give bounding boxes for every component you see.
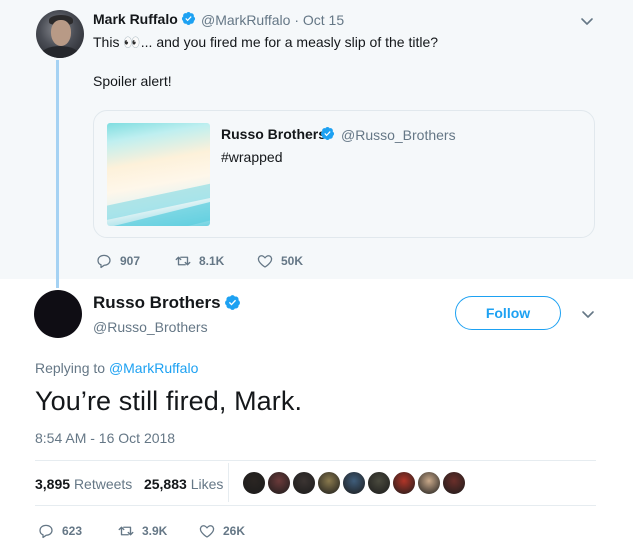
parent-like-button[interactable]: 50K — [256, 252, 303, 270]
reply-icon — [97, 254, 111, 269]
verified-badge-icon — [181, 11, 196, 26]
parent-like-count: 50K — [281, 254, 304, 268]
mark-ruffalo-avatar[interactable] — [36, 10, 84, 58]
retweet-count: 3,895 — [35, 476, 71, 492]
replying-to: Replying to @MarkRuffalo — [35, 360, 198, 376]
replying-prefix: Replying to — [35, 360, 106, 376]
heart-icon — [257, 255, 273, 268]
verified-badge-icon — [225, 295, 240, 310]
replying-to-link[interactable]: @MarkRuffalo — [109, 360, 198, 376]
main-author-name[interactable]: Russo Brothers — [93, 293, 221, 313]
liker-avatar[interactable] — [267, 471, 291, 495]
parent-handle-date[interactable]: @MarkRuffalo · Oct 15 — [201, 12, 344, 28]
engagement-stats: 3,895 Retweets 25,883 Likes — [35, 476, 223, 492]
retweets-stat[interactable]: 3,895 Retweets — [35, 476, 132, 492]
liker-avatar[interactable] — [367, 471, 391, 495]
like-action-count: 26K — [223, 524, 246, 538]
divider — [35, 505, 596, 506]
parent-author-name[interactable]: Mark Ruffalo — [93, 11, 178, 27]
divider — [35, 460, 596, 461]
verified-badge-icon — [320, 126, 335, 141]
liker-avatar[interactable] — [417, 471, 441, 495]
tweet-timestamp[interactable]: 8:54 AM - 16 Oct 2018 — [35, 430, 175, 446]
retweet-icon — [118, 526, 134, 536]
heart-icon — [199, 525, 215, 538]
quoted-handle: @Russo_Brothers — [341, 127, 456, 143]
parent-reply-count: 907 — [120, 254, 141, 268]
parent-tweet-text: This 👀... and you fired me for a measly … — [93, 34, 439, 50]
liker-avatar[interactable] — [242, 471, 266, 495]
parent-tweet[interactable]: Mark Ruffalo @MarkRuffalo · Oct 15 This … — [0, 0, 633, 279]
liker-avatar[interactable] — [317, 471, 341, 495]
retweet-action-count: 3.9K — [142, 524, 168, 538]
quoted-tweet-image[interactable] — [107, 123, 210, 226]
reply-icon — [39, 524, 53, 539]
liker-avatar[interactable] — [392, 471, 416, 495]
divider — [228, 463, 229, 502]
main-handle[interactable]: @Russo_Brothers — [93, 319, 208, 335]
thread-connector-line — [56, 60, 59, 288]
parent-tweet-text-2: Spoiler alert! — [93, 73, 172, 89]
reply-count: 623 — [62, 524, 83, 538]
russo-brothers-avatar[interactable] — [34, 290, 82, 338]
chevron-down-icon[interactable] — [580, 306, 596, 322]
main-tweet-text: You’re still fired, Mark. — [35, 386, 303, 416]
liker-avatar[interactable] — [342, 471, 366, 495]
likes-stat[interactable]: 25,883 Likes — [144, 476, 223, 492]
parent-retweet-button[interactable]: 8.1K — [174, 252, 224, 270]
parent-retweet-count: 8.1K — [199, 254, 225, 268]
like-button[interactable]: 26K — [198, 522, 245, 540]
quoted-tweet-text: #wrapped — [221, 149, 283, 165]
liker-avatars[interactable] — [242, 471, 467, 495]
chevron-down-icon[interactable] — [579, 13, 595, 29]
like-count: 25,883 — [143, 476, 187, 492]
retweet-icon — [175, 256, 191, 266]
follow-button[interactable]: Follow — [455, 296, 561, 330]
retweet-label: Retweets — [73, 476, 133, 492]
retweet-button[interactable]: 3.9K — [117, 522, 167, 540]
liker-avatar[interactable] — [442, 471, 466, 495]
parent-reply-button[interactable]: 907 — [95, 252, 140, 270]
quoted-author-name: Russo Brothers — [221, 126, 327, 142]
quoted-tweet-card[interactable]: Russo Brothers @Russo_Brothers #wrapped — [93, 110, 595, 238]
like-label: Likes — [190, 476, 224, 492]
liker-avatar[interactable] — [292, 471, 316, 495]
reply-button[interactable]: 623 — [37, 522, 82, 540]
